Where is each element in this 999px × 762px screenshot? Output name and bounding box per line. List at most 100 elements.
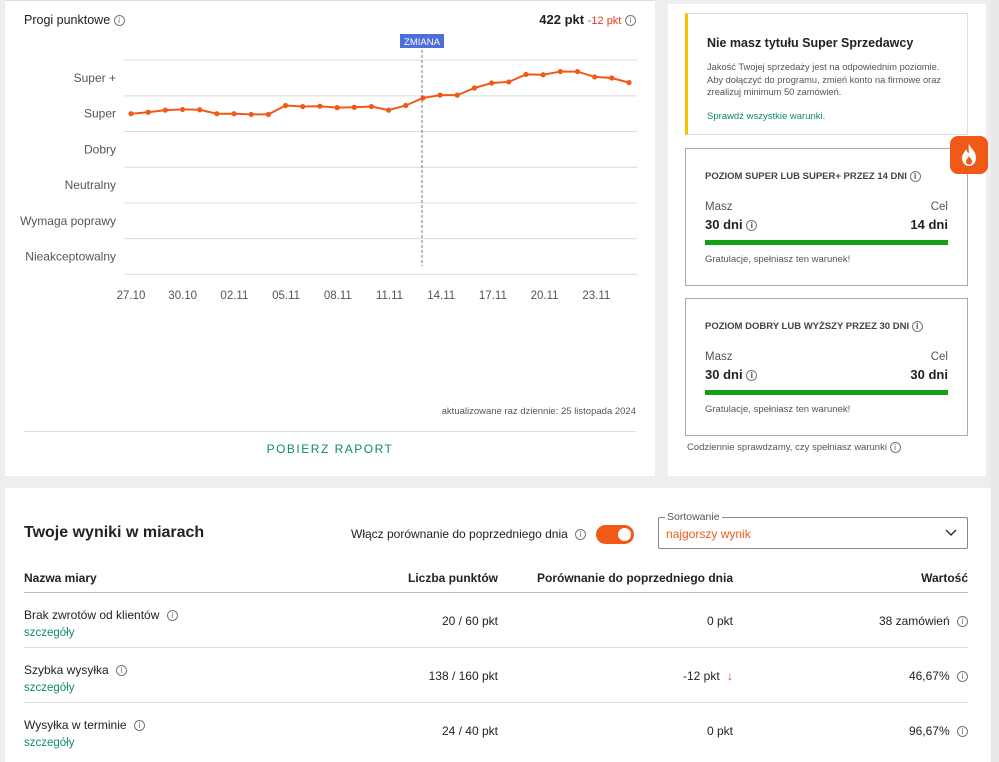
daily-check-text: Codziennie sprawdzamy, czy spełniasz war… bbox=[687, 442, 887, 454]
metric-compare: 0 pkt bbox=[706, 724, 733, 738]
data-point bbox=[248, 111, 254, 118]
condition-note: Gratulacje, spełniasz ten warunek! bbox=[705, 254, 851, 265]
x-tick-label: 17.11 bbox=[479, 290, 507, 302]
have-value: 30 dni bbox=[705, 367, 743, 382]
x-tick-label: 20.11 bbox=[531, 290, 559, 302]
series-line bbox=[130, 70, 630, 116]
data-point bbox=[334, 105, 340, 111]
metric-name: Wysyłka w terminie bbox=[24, 718, 127, 732]
details-link[interactable]: szczegóły bbox=[24, 737, 75, 749]
y-level-label: Super + bbox=[74, 71, 116, 85]
info-icon[interactable]: i bbox=[746, 370, 758, 382]
info-icon[interactable]: i bbox=[957, 616, 968, 628]
data-point bbox=[437, 92, 443, 98]
progress-bar bbox=[705, 390, 948, 395]
data-point bbox=[145, 109, 151, 115]
info-icon[interactable]: i bbox=[889, 442, 901, 453]
condition-title: POZIOM SUPER LUB SUPER+ PRZEZ 14 DNI bbox=[705, 171, 907, 183]
conditions-link[interactable]: Sprawdź wszystkie warunki. bbox=[707, 111, 825, 122]
points-chart: Super + Super Dobry Neutralny Wymaga poprawy… bbox=[20, 34, 637, 302]
have-value: 30 dni bbox=[705, 217, 743, 232]
data-point bbox=[592, 74, 598, 80]
metric-value: 96,67% bbox=[908, 724, 950, 738]
have-label: Masz bbox=[705, 201, 733, 213]
info-icon[interactable]: i bbox=[746, 220, 758, 232]
data-point bbox=[214, 111, 220, 117]
data-point bbox=[265, 111, 271, 118]
condition-title: POZIOM DOBRY LUB WYŻSZY PRZEZ 30 DNI bbox=[705, 321, 910, 333]
condition-title-wrap: POZIOM DOBRY LUB WYŻSZY PRZEZ 30 DNI i bbox=[705, 321, 923, 332]
progress-track bbox=[705, 240, 948, 245]
data-point bbox=[197, 107, 203, 113]
x-tick-label: 05.11 bbox=[272, 290, 300, 302]
data-point bbox=[300, 103, 306, 110]
col-header-name: Nazwa miary bbox=[24, 571, 97, 585]
side-card: Nie masz tytułu Super Sprzedawcy Jakość … bbox=[668, 4, 986, 476]
goal-label: Cel bbox=[930, 201, 948, 213]
info-icon[interactable]: i bbox=[911, 321, 923, 332]
data-point bbox=[231, 111, 237, 117]
goal-value: 14 dni bbox=[910, 217, 948, 232]
condition-title-wrap: POZIOM SUPER LUB SUPER+ PRZEZ 14 DNI i bbox=[705, 171, 921, 182]
x-tick-label: 02.11 bbox=[220, 290, 248, 302]
metric-name-wrap: Szybka wysyłka i bbox=[24, 663, 128, 677]
arrow-down-icon: ↓ bbox=[727, 669, 733, 683]
info-icon[interactable]: i bbox=[957, 671, 968, 683]
have-value-wrap: 30 dni i bbox=[705, 367, 758, 382]
info-icon[interactable]: i bbox=[116, 665, 128, 677]
metric-compare-wrap: -12 pkt ↓ bbox=[605, 669, 733, 683]
compare-label-wrap: Włącz porównanie do poprzedniego dnia i bbox=[351, 527, 587, 541]
alert-text: Jakość Twojej sprzedaży jest na odpowied… bbox=[707, 62, 942, 97]
y-level-label: Super bbox=[84, 107, 116, 121]
details-link[interactable]: szczegóły bbox=[24, 682, 75, 694]
data-point bbox=[317, 103, 323, 109]
flame-button[interactable] bbox=[950, 136, 988, 174]
info-icon[interactable]: i bbox=[909, 171, 921, 182]
col-header-value: Wartość bbox=[921, 571, 968, 585]
alert-title: Nie masz tytułu Super Sprzedawcy bbox=[707, 36, 914, 50]
info-icon[interactable]: i bbox=[166, 610, 178, 622]
data-point bbox=[162, 107, 168, 113]
chart-card: Progi punktowe i 422 pkt -12 pkt i Super… bbox=[5, 4, 655, 476]
details-link[interactable]: szczegóły bbox=[24, 627, 75, 639]
info-icon[interactable]: i bbox=[575, 529, 587, 541]
metric-compare: -12 pkt bbox=[682, 669, 720, 683]
condition-box-super: POZIOM SUPER LUB SUPER+ PRZEZ 14 DNI i M… bbox=[685, 148, 968, 286]
results-card: Twoje wyniki w miarach Włącz porównanie … bbox=[5, 488, 991, 762]
data-point bbox=[282, 102, 289, 109]
metric-compare: 0 pkt bbox=[706, 614, 733, 628]
metric-name-wrap: Brak zwrotów od klientów i bbox=[24, 608, 178, 622]
data-point bbox=[626, 80, 632, 86]
updated-text: aktualizowane raz dziennie: 25 listopada… bbox=[441, 406, 636, 417]
divider bbox=[24, 431, 636, 432]
data-point bbox=[179, 106, 186, 113]
scrollbar[interactable] bbox=[991, 0, 999, 762]
y-level-label: Neutralny bbox=[65, 178, 116, 192]
info-icon[interactable]: i bbox=[133, 720, 145, 732]
sort-legend: Sortowanie bbox=[665, 511, 722, 523]
metric-points: 20 / 60 pkt bbox=[441, 614, 498, 628]
x-tick-label: 14.11 bbox=[427, 290, 455, 302]
y-level-label: Nieakceptowalny bbox=[25, 250, 116, 264]
goal-label: Cel bbox=[930, 351, 948, 363]
toggle-knob bbox=[618, 528, 631, 541]
metric-name: Szybka wysyłka bbox=[24, 663, 109, 677]
y-level-label: Wymaga poprawy bbox=[20, 214, 116, 228]
info-icon[interactable]: i bbox=[957, 726, 968, 738]
data-point bbox=[454, 92, 460, 98]
x-tick-label: 11.11 bbox=[376, 290, 403, 302]
have-value-wrap: 30 dni i bbox=[705, 217, 758, 232]
x-tick-label: 08.11 bbox=[324, 290, 352, 302]
sort-value: najgorszy wynik bbox=[666, 527, 751, 541]
metric-value: 46,67% bbox=[908, 669, 950, 683]
data-point bbox=[368, 103, 375, 110]
download-report-button[interactable]: POBIERZ RAPORT bbox=[24, 442, 636, 456]
metric-value-wrap: 46,67% i bbox=[805, 669, 968, 683]
progress-track bbox=[705, 390, 948, 395]
sort-select[interactable]: Sortowanie najgorszy wynik bbox=[658, 511, 968, 549]
x-tick-label: 27.10 bbox=[117, 290, 146, 302]
x-tick-label: 23.11 bbox=[582, 290, 610, 302]
compare-toggle[interactable] bbox=[596, 525, 634, 544]
data-point bbox=[557, 68, 563, 75]
have-label: Masz bbox=[705, 351, 733, 363]
